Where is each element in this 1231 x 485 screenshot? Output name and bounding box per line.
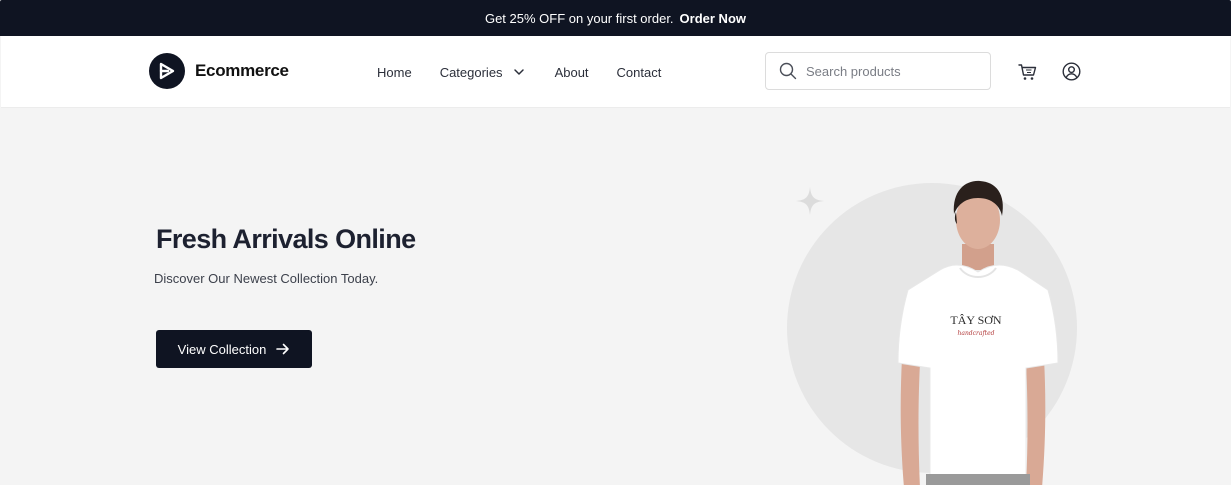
hero-subtitle: Discover Our Newest Collection Today. [154,271,379,286]
search-box [765,52,991,90]
nav-categories-label: Categories [439,64,503,80]
hero-title: Fresh Arrivals Online [156,224,416,254]
sparkle-icon [796,187,824,215]
logo-mark-icon [149,53,185,89]
main-nav: Home Categories About Contact [377,36,661,108]
hero-model-image: TÂY SƠN handcrafted [897,180,1059,485]
chevron-down-icon [513,69,524,75]
search-input[interactable] [806,63,976,79]
tshirt-script-print: handcrafted [958,330,995,337]
user-icon [1061,61,1081,81]
nav-home[interactable]: Home [377,65,412,80]
logo[interactable]: Ecommerce [149,53,289,89]
tshirt-brand-print: TÂY SƠN [950,313,1002,327]
order-now-link[interactable]: Order Now [680,11,746,26]
arrow-right-icon [276,343,290,355]
view-collection-label: View Collection [177,341,267,357]
cart-button[interactable] [1016,61,1038,83]
site-header: Ecommerce Home Categories About Contact [1,36,1230,108]
view-collection-button[interactable]: View Collection [156,330,312,368]
search-icon [779,62,797,80]
account-button[interactable] [1060,60,1082,82]
nav-categories[interactable]: Categories [440,65,525,80]
cart-icon [1017,64,1036,80]
nav-about[interactable]: About [555,65,589,80]
hero-section: Fresh Arrivals Online Discover Our Newes… [0,108,1231,485]
logo-text: Ecommerce [195,61,289,80]
promo-bar: Get 25% OFF on your first order. Order N… [0,0,1231,36]
nav-contact[interactable]: Contact [617,65,662,80]
promo-text: Get 25% OFF on your first order. [484,10,674,26]
